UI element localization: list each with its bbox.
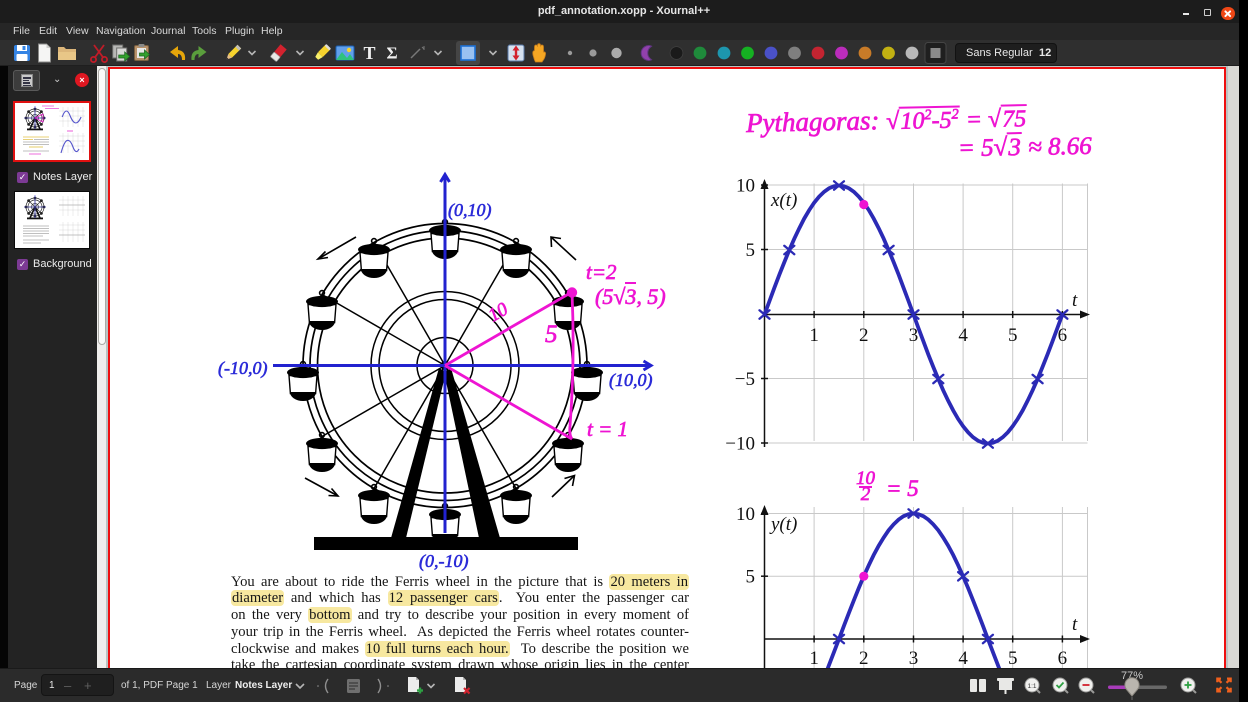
svg-text:2: 2: [859, 325, 869, 346]
svg-text:Σ: Σ: [386, 44, 397, 63]
svg-text:5: 5: [1008, 325, 1018, 346]
svg-text:x(t): x(t): [770, 190, 797, 211]
svg-text:3: 3: [909, 648, 919, 669]
svg-text:10: 10: [736, 175, 755, 196]
svg-text:t: t: [1072, 290, 1078, 311]
svg-text:1:1: 1:1: [1027, 683, 1036, 690]
svg-text:t: t: [1072, 614, 1078, 635]
svg-text:4: 4: [958, 325, 968, 346]
svg-text:5: 5: [746, 240, 756, 261]
svg-text:10: 10: [736, 504, 755, 525]
svg-text:1: 1: [809, 648, 819, 669]
svg-text:T: T: [363, 43, 375, 63]
svg-text:2: 2: [859, 648, 869, 669]
svg-text:y(t): y(t): [769, 514, 797, 535]
svg-text:6: 6: [1058, 648, 1068, 669]
svg-text:1: 1: [809, 325, 819, 346]
svg-text:4: 4: [958, 648, 968, 669]
svg-text:−5: −5: [735, 369, 755, 390]
svg-text:5: 5: [746, 566, 756, 587]
svg-text:5: 5: [1008, 648, 1018, 669]
svg-text:−10: −10: [725, 433, 755, 454]
